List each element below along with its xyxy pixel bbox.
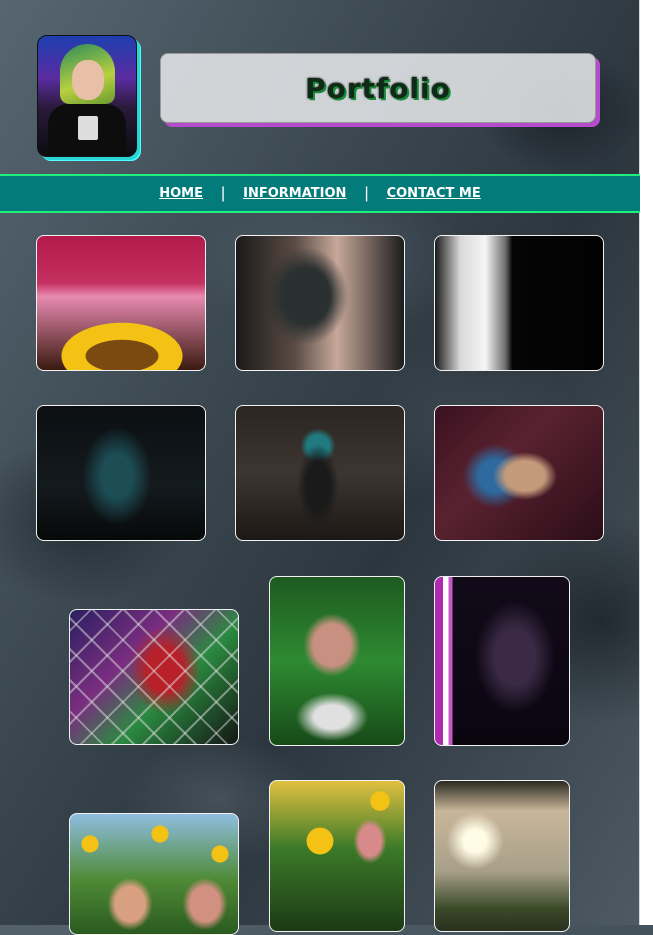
scrollbar[interactable] (639, 0, 653, 925)
main-nav: HOME | INFORMATION | CONTACT ME (0, 174, 640, 213)
gallery-photo[interactable] (434, 576, 570, 746)
nav-separator: | (220, 184, 226, 202)
title-banner: Portfolio (160, 53, 596, 123)
nav-link-information[interactable]: INFORMATION (243, 186, 346, 201)
gallery-photo[interactable] (269, 576, 405, 746)
avatar (37, 35, 137, 157)
gallery-photo[interactable] (235, 235, 405, 371)
gallery-photo[interactable] (434, 235, 604, 371)
gallery-photo[interactable] (36, 235, 206, 371)
page-title: Portfolio (305, 71, 451, 105)
gallery-photo[interactable] (36, 405, 206, 541)
nav-separator: | (364, 184, 369, 202)
gallery-photo[interactable] (69, 813, 239, 935)
gallery-photo[interactable] (269, 780, 405, 932)
gallery-photo[interactable] (69, 609, 239, 745)
gallery-photo[interactable] (434, 780, 570, 932)
gallery-photo[interactable] (434, 405, 604, 541)
nav-link-contact[interactable]: CONTACT ME (387, 186, 481, 201)
gallery-photo[interactable] (235, 405, 405, 541)
nav-link-home[interactable]: HOME (159, 186, 203, 201)
avatar-face (72, 60, 104, 100)
avatar-shirt-print (78, 116, 98, 140)
